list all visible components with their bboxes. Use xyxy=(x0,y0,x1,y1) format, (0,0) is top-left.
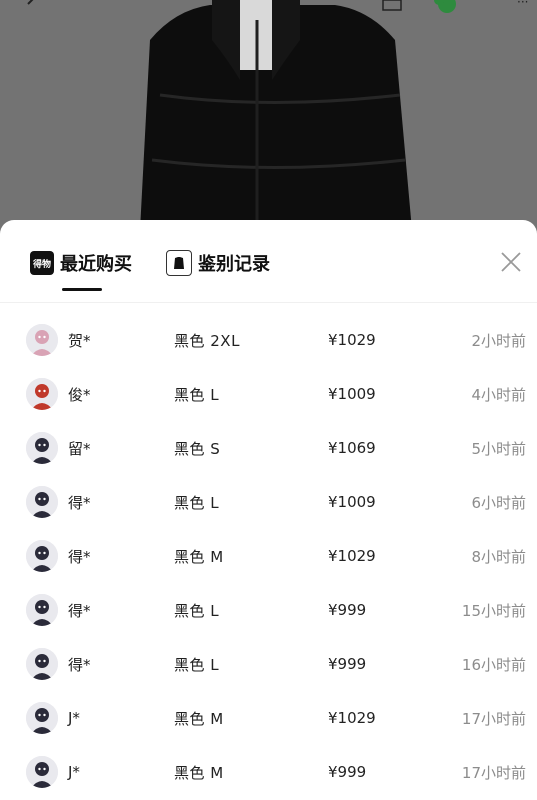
purchase-time: 8小时前 xyxy=(471,547,526,566)
purchase-spec: 黑色 L xyxy=(174,385,220,404)
buyer-name: 得* xyxy=(68,655,91,674)
purchase-spec: 黑色 M xyxy=(174,763,224,782)
buyer-name: 得* xyxy=(68,547,91,566)
purchase-spec: 黑色 M xyxy=(174,709,224,728)
purchase-spec: 黑色 L xyxy=(174,655,220,674)
purchase-row: J* 黑色 M ¥1029 17小时前 xyxy=(0,691,537,745)
buyer-name: 贺* xyxy=(68,331,91,350)
dewu-logo-icon: 得物 xyxy=(30,251,54,275)
avatar[interactable] xyxy=(26,702,58,734)
purchase-row: J* 黑色 M ¥999 17小时前 xyxy=(0,745,537,799)
avatar[interactable] xyxy=(26,540,58,572)
purchase-row: 得* 黑色 L ¥1009 6小时前 xyxy=(0,475,537,529)
purchase-price: ¥1029 xyxy=(328,331,376,349)
tab-recent-purchases[interactable]: 得物 最近购买 xyxy=(30,248,132,278)
buyer-name: 留* xyxy=(68,439,91,458)
buyer-name: J* xyxy=(68,763,80,781)
buyer-name: J* xyxy=(68,709,80,727)
purchase-spec: 黑色 2XL xyxy=(174,331,240,350)
purchase-price: ¥1029 xyxy=(328,547,376,565)
purchase-price: ¥999 xyxy=(328,655,367,673)
close-icon[interactable] xyxy=(499,250,523,274)
buyer-name: 得* xyxy=(68,493,91,512)
purchase-spec: 黑色 S xyxy=(174,439,221,458)
purchase-time: 6小时前 xyxy=(471,493,526,512)
purchase-price: ¥1009 xyxy=(328,385,376,403)
avatar[interactable] xyxy=(26,648,58,680)
tab-authentication-records-label: 鉴别记录 xyxy=(198,254,270,275)
purchase-time: 15小时前 xyxy=(461,601,526,620)
avatar[interactable] xyxy=(26,324,58,356)
tab-authentication-records[interactable]: 鉴别记录 xyxy=(166,248,270,278)
purchase-time: 16小时前 xyxy=(461,655,526,674)
sheet-tabs: 得物 最近购买 鉴别记录 xyxy=(0,220,537,303)
purchase-list: 贺* 黑色 2XL ¥1029 2小时前俊* 黑色 L ¥1009 4小时前留* 黑色 S ¥1… xyxy=(0,313,537,799)
purchase-row: 得* 黑色 L ¥999 16小时前 xyxy=(0,637,537,691)
purchase-row: 贺* 黑色 2XL ¥1029 2小时前 xyxy=(0,313,537,367)
buyer-name: 俊* xyxy=(68,385,91,404)
purchase-time: 2小时前 xyxy=(471,331,526,350)
back-arrow-icon[interactable] xyxy=(22,0,44,14)
purchase-price: ¥1009 xyxy=(328,493,376,511)
purchase-spec: 黑色 L xyxy=(174,601,220,620)
purchase-time: 4小时前 xyxy=(471,385,526,404)
avatar[interactable] xyxy=(26,756,58,788)
purchase-spec: 黑色 M xyxy=(174,547,224,566)
purchase-price: ¥1069 xyxy=(328,439,376,457)
recent-purchases-sheet: 得物 最近购买 鉴别记录 贺* 黑色 2XL ¥1029 2小时前俊* 黑色 L ¥100… xyxy=(0,220,537,800)
avatar[interactable] xyxy=(26,378,58,410)
purchase-price: ¥999 xyxy=(328,763,367,781)
avatar[interactable] xyxy=(26,594,58,626)
purchase-spec: 黑色 L xyxy=(174,493,220,512)
purchase-time: 5小时前 xyxy=(471,439,526,458)
product-jacket-image xyxy=(0,0,537,240)
purchase-row: 俊* 黑色 L ¥1009 4小时前 xyxy=(0,367,537,421)
purchase-row: 得* 黑色 L ¥999 15小时前 xyxy=(0,583,537,637)
jacket-thumbnail-icon xyxy=(166,250,192,276)
buyer-name: 得* xyxy=(68,601,91,620)
purchase-price: ¥999 xyxy=(328,601,367,619)
purchase-row: 得* 黑色 M ¥1029 8小时前 xyxy=(0,529,537,583)
purchase-time: 17小时前 xyxy=(461,709,526,728)
tab-recent-purchases-label: 最近购买 xyxy=(60,254,132,275)
product-image-backdrop: ··· xyxy=(0,0,537,240)
header-action-icons[interactable]: ··· xyxy=(377,0,537,18)
purchase-row: 留* 黑色 S ¥1069 5小时前 xyxy=(0,421,537,475)
svg-text:···: ··· xyxy=(517,0,528,9)
active-tab-indicator xyxy=(62,288,102,291)
purchase-price: ¥1029 xyxy=(328,709,376,727)
avatar[interactable] xyxy=(26,486,58,518)
avatar[interactable] xyxy=(26,432,58,464)
purchase-time: 17小时前 xyxy=(461,763,526,782)
